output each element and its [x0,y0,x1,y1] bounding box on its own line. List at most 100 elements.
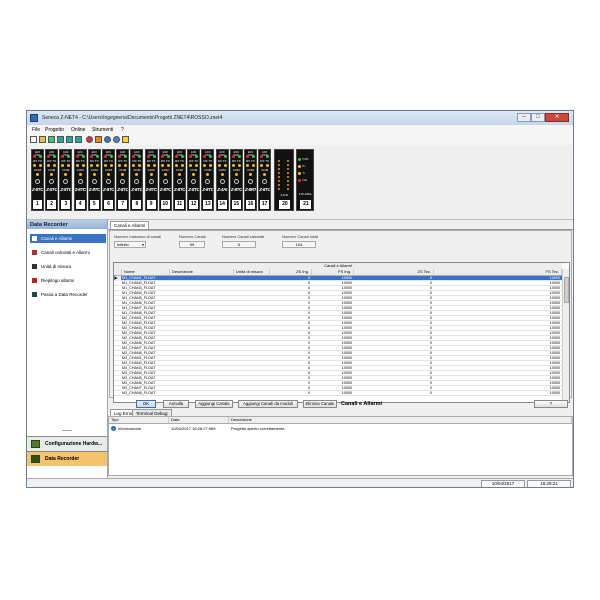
col-nome[interactable]: Nome [122,269,170,276]
nav-item-unita-misura[interactable]: Unità di misura [30,262,106,271]
module-5[interactable]: ERR PWR RX TX COM Z-8TC 5 [87,149,101,211]
log-col-data[interactable]: Data [169,417,229,424]
maximize-button[interactable]: □ [531,113,545,122]
scroll-thumb[interactable] [564,277,569,303]
table-cell[interactable]: 0 [354,391,432,396]
col-fs-tec[interactable]: FS Tec. [434,269,562,276]
module-model: Z-8TC [230,187,243,192]
table-cell[interactable]: 10000 [312,391,352,396]
module-13[interactable]: ERR PWR RX TX COM Z-8TC 13 [201,149,215,211]
module-8[interactable]: ERR PWR RX TX COM Z-8TC 8 [130,149,144,211]
module-brand: Z-D-IN [280,194,289,197]
nav-item-riepilogo-allarmi[interactable]: Riepilogo allarmi [30,276,106,285]
globe-icon[interactable] [113,136,120,143]
nav-configurazione-hardware[interactable]: Configurazione Hardw... [27,436,107,451]
menu-progetto[interactable]: Progetto [45,127,64,133]
channels-group: Numero massimo di canali Infinito ▾ Nume… [109,230,572,403]
menu-online[interactable]: Online [71,127,85,133]
module-rxtx-label: RX TX [189,159,199,163]
input-led-icon [278,164,281,166]
menu-help[interactable]: ? [121,127,124,133]
tx-led-icon [195,164,199,167]
module-4[interactable]: ERR PWR RX TX COM Z-8TC 4 [73,149,87,211]
splitter-grip[interactable] [62,430,72,431]
module-model: Z-8TC [131,187,143,192]
info-icon[interactable] [122,136,129,143]
stop-icon[interactable] [86,136,93,143]
module-icon[interactable] [57,136,64,143]
status-bar: 10/04/2017 16:29:21 [27,478,573,487]
table-cell[interactable] [170,391,232,396]
col-descrizione[interactable]: Descrizione [170,269,234,276]
log-pane: Tipo Data Descrizione i Informazione 10/… [108,416,573,476]
cancel-button[interactable]: Annulla [163,400,189,408]
title-bar[interactable]: Seneca Z-NET4 - C:\Users\Ingegneria\Docu… [27,111,573,126]
com-led-icon [234,173,238,176]
max-channels-select[interactable]: Infinito ▾ [114,241,146,248]
new-icon[interactable] [30,136,37,143]
module-icon[interactable] [66,136,73,143]
nav-item-canali-allarmi[interactable]: Canali e Allarmi [30,234,106,243]
nav-data-recorder[interactable]: Data Recorder [27,451,107,466]
grid-scrollbar[interactable] [562,269,569,402]
nav-item-canali-calcolati[interactable]: Canali calcolati e Allarmi [30,248,106,257]
minimize-button[interactable]: – [517,113,531,122]
table-row[interactable]: M3_CHAN8_FLOAT 0 10000 0 10000 [114,391,562,396]
module-9[interactable]: ERR PWR RX TX COM Z-8TC 9 [144,149,158,211]
com-led-icon [192,173,196,176]
module-17[interactable]: ERR PWR RX TX COM Z-8TC 17 [258,149,272,211]
module-15[interactable]: ERR PWR RX TX COM Z-8TC 15 [229,149,243,211]
delete-channel-button[interactable]: Elimina Canale [303,400,337,408]
tab-canali-allarmi[interactable]: Canali e Allarmi [110,221,150,229]
module-3[interactable]: ERR PWR RX TX COM Z-8TC 3 [59,149,73,211]
module-icon[interactable] [75,136,82,143]
col-zs-ing[interactable]: ZS Ing. [270,269,312,276]
module-rxtx-label: RX TX [118,159,128,163]
help-icon[interactable] [104,136,111,143]
module-2[interactable]: ERR PWR RX TX COM Z-8TC 2 [45,149,59,211]
rx-led-icon [246,164,249,167]
help-button[interactable]: ? [534,400,568,408]
log-col-descrizione[interactable]: Descrizione [229,417,572,424]
tx-led-icon [252,164,255,167]
log-col-tipo[interactable]: Tipo [109,417,169,424]
table-cell[interactable]: M3_CHAN8_FLOAT [122,391,168,396]
menu-strumenti[interactable]: Strumenti [92,127,113,133]
module-1[interactable]: ERR PWR RX TX COM Z-8TC 1 [31,149,44,211]
input-led-icon [278,180,281,182]
col-zs-tec[interactable]: ZS Tec. [354,269,434,276]
module-number: 2 [47,200,57,209]
nav-item-passa-data-recorder[interactable]: Passa a Data Recorder [30,290,106,299]
module-7[interactable]: ERR PWR RX TX COM Z-8TC 7 [116,149,130,211]
save-icon[interactable] [48,136,55,143]
module-21[interactable]: PWR Rx Tx FAIL Z-PC-DINAL 21 [296,149,315,211]
module-com-label: COM [105,168,112,172]
table-cell[interactable]: 10000 [434,391,560,396]
module-20[interactable]: Z-D-IN 20 [274,149,295,211]
menu-file[interactable]: File [32,127,40,133]
tx-led-icon [53,164,57,167]
module-12[interactable]: ERR PWR RX TX COM Z-8TC 12 [187,149,201,211]
add-module-channels-button[interactable]: Aggiungi Canali da moduli [238,400,298,408]
col-unita[interactable]: Unità di misura [234,269,270,276]
ok-button[interactable]: OK [136,400,156,408]
module-com-label: COM [34,168,41,172]
tx-led-icon [67,164,71,167]
module-14[interactable]: ERR PWR RX TX COM Z-4AI 14 [215,149,229,211]
add-channel-button[interactable]: Aggiungi Canale [195,400,233,408]
input-led-icon [287,160,290,162]
module-16[interactable]: ERR PWRRX TXCOMZ-8RTD16 [244,149,257,211]
col-fs-ing[interactable]: FS Ing. [312,269,354,276]
alarm-icon [32,278,37,283]
module-com-label: COM [147,168,155,172]
module-11[interactable]: ERR PWR RX TX COM Z-8TC 11 [173,149,186,211]
rx-led-icon [189,164,193,167]
close-button[interactable]: ✕ [545,113,569,122]
module-10[interactable]: ERR PWR RX TX COM Z-8TC 10 [158,149,172,211]
open-icon[interactable] [39,136,46,143]
table-cell[interactable]: 0 [270,391,310,396]
table-cell[interactable] [234,391,268,396]
settings-icon[interactable] [95,136,102,143]
data-recorder-icon [31,455,40,463]
module-6[interactable]: ERR PWR RX TX COM Z-8TC 6 [102,149,115,211]
